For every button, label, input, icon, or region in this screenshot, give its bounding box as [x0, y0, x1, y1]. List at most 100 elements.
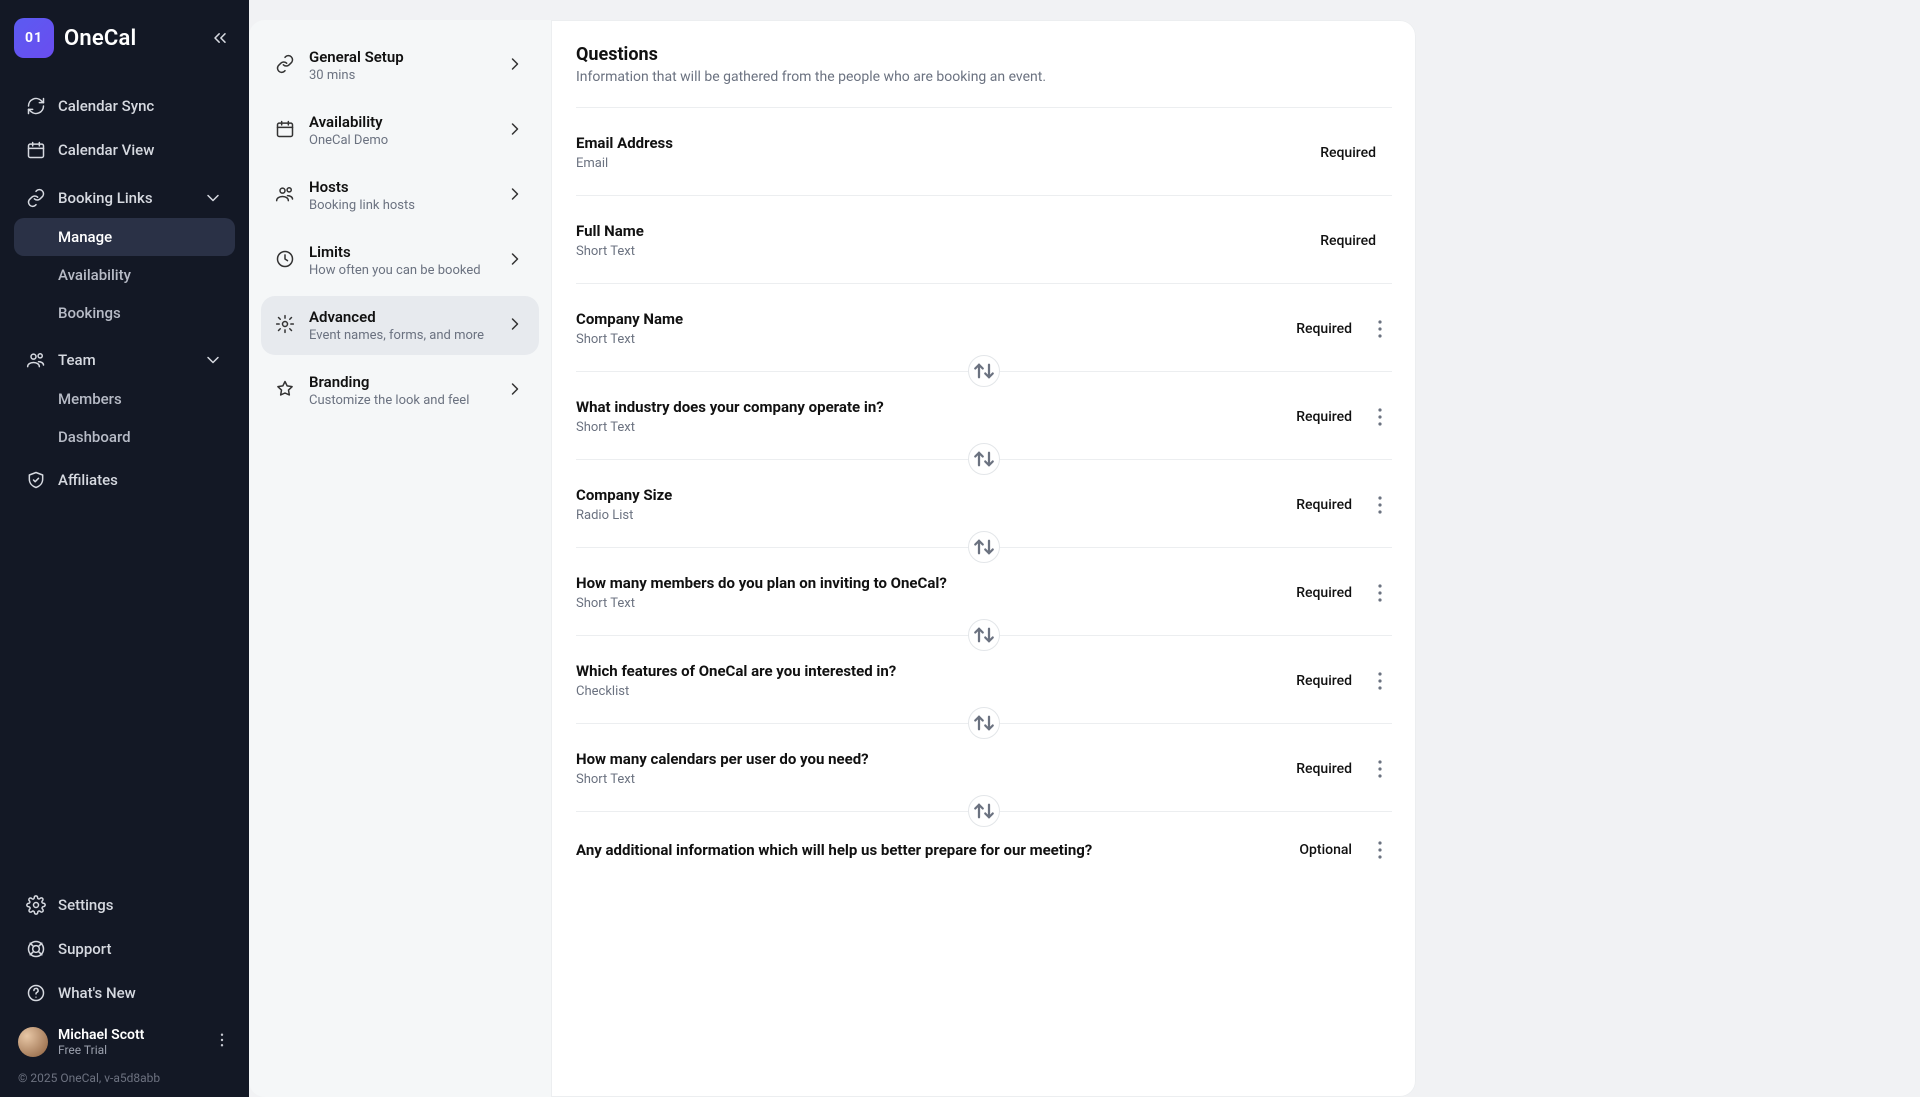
sidebar-item-manage[interactable]: Manage: [14, 218, 235, 256]
sidebar-item-label: Booking Links: [58, 189, 153, 207]
sidebar-item-label: Settings: [58, 896, 114, 914]
link-icon: [26, 188, 46, 208]
sidebar-item-booking-links[interactable]: Booking Links: [14, 178, 235, 218]
page-title: Questions: [576, 44, 1392, 65]
calendar-icon: [275, 119, 295, 143]
reorder-button[interactable]: [968, 355, 1000, 387]
sidebar-item-label: Calendar Sync: [58, 97, 154, 115]
user-name: Michael Scott: [58, 1027, 144, 1043]
help-circle-icon: [26, 983, 46, 1003]
question-title: Which features of OneCal are you interes…: [576, 662, 896, 680]
sidebar-group-booking-links: Booking Links Manage Availability Bookin…: [14, 178, 235, 332]
sidebar-item-calendar-view[interactable]: Calendar View: [14, 130, 235, 170]
chevron-right-icon: [505, 184, 525, 208]
star-icon: [275, 379, 295, 403]
collapse-sidebar-button[interactable]: [205, 23, 235, 53]
sidebar-item-label: Support: [58, 940, 111, 958]
lifebuoy-icon: [26, 939, 46, 959]
sub-sidebar-item-advanced[interactable]: Advanced Event names, forms, and more: [261, 296, 539, 355]
question-menu-button[interactable]: [1368, 317, 1392, 341]
question-status: Required: [1296, 321, 1352, 337]
page-description: Information that will be gathered from t…: [576, 69, 1392, 85]
question-status: Required: [1296, 497, 1352, 513]
shield-check-icon: [26, 470, 46, 490]
question-menu-button[interactable]: [1368, 493, 1392, 517]
reorder-button[interactable]: [968, 531, 1000, 563]
question-title: Company Size: [576, 486, 672, 504]
sidebar-item-team[interactable]: Team: [14, 340, 235, 380]
sub-item-title: Limits: [309, 243, 481, 261]
question-type: Short Text: [576, 772, 869, 787]
sub-item-title: General Setup: [309, 48, 404, 66]
sub-item-subtitle: Booking link hosts: [309, 198, 415, 213]
question-menu-button[interactable]: [1368, 669, 1392, 693]
right-gutter: [1416, 20, 1896, 1097]
sub-sidebar-item-branding[interactable]: Branding Customize the look and feel: [261, 361, 539, 420]
sidebar-nav: Calendar Sync Calendar View Booking Link…: [14, 86, 235, 500]
question-status: Required: [1320, 145, 1376, 161]
sidebar-item-label: Members: [58, 390, 122, 408]
content-box: General Setup 30 mins Availability OneCa…: [249, 20, 1416, 1097]
question-type: Checklist: [576, 684, 896, 699]
logo-row: 01 OneCal: [14, 18, 235, 58]
sidebar-item-whatsnew[interactable]: What's New: [14, 973, 235, 1013]
sidebar-item-label: Dashboard: [58, 428, 131, 446]
sub-item-title: Advanced: [309, 308, 484, 326]
sub-sidebar-item-limits[interactable]: Limits How often you can be booked: [261, 231, 539, 290]
chevron-right-icon: [505, 249, 525, 273]
sidebar-item-label: Manage: [58, 228, 112, 246]
user-row[interactable]: Michael Scott Free Trial: [14, 1017, 235, 1063]
chevron-right-icon: [505, 314, 525, 338]
question-type: Short Text: [576, 420, 884, 435]
question-status: Required: [1296, 409, 1352, 425]
sidebar-item-bookings[interactable]: Bookings: [14, 294, 235, 332]
sub-item-subtitle: Customize the look and feel: [309, 393, 469, 408]
chevron-double-left-icon: [210, 28, 230, 48]
question-title: What industry does your company operate …: [576, 398, 884, 416]
sub-item-title: Branding: [309, 373, 469, 391]
sidebar-item-affiliates[interactable]: Affiliates: [14, 460, 235, 500]
users-icon: [275, 184, 295, 208]
copyright: © 2025 OneCal, v-a5d8abb: [14, 1067, 235, 1085]
question-menu-button[interactable]: [1368, 405, 1392, 429]
question-menu-button[interactable]: [1368, 838, 1392, 862]
sidebar-item-label: Calendar View: [58, 141, 154, 159]
sidebar-item-calendar-sync[interactable]: Calendar Sync: [14, 86, 235, 126]
question-list: Email Address Email Required Full Name S…: [576, 99, 1392, 886]
sidebar-item-settings[interactable]: Settings: [14, 885, 235, 925]
question-title: How many members do you plan on inviting…: [576, 574, 947, 592]
question-row: Full Name Short Text Required: [576, 195, 1392, 283]
question-menu-button[interactable]: [1368, 581, 1392, 605]
question-status: Required: [1296, 761, 1352, 777]
chevron-right-icon: [505, 119, 525, 143]
sidebar-item-dashboard[interactable]: Dashboard: [14, 418, 235, 456]
question-menu-button[interactable]: [1368, 757, 1392, 781]
question-status: Required: [1296, 585, 1352, 601]
brand-name: OneCal: [64, 26, 136, 51]
user-menu-button[interactable]: [213, 1031, 231, 1053]
reorder-button[interactable]: [968, 619, 1000, 651]
question-status: Optional: [1299, 842, 1352, 858]
sidebar-item-label: Affiliates: [58, 471, 118, 489]
reorder-button[interactable]: [968, 795, 1000, 827]
stage: General Setup 30 mins Availability OneCa…: [249, 0, 1920, 1097]
reorder-button[interactable]: [968, 443, 1000, 475]
sub-item-title: Hosts: [309, 178, 415, 196]
sidebar-item-support[interactable]: Support: [14, 929, 235, 969]
primary-sidebar: 01 OneCal Calendar Sync Calendar View Bo…: [0, 0, 249, 1097]
sub-sidebar-item-hosts[interactable]: Hosts Booking link hosts: [261, 166, 539, 225]
sub-sidebar-item-general-setup[interactable]: General Setup 30 mins: [261, 36, 539, 95]
question-row: Company Name Short Text Required: [576, 283, 1392, 371]
chevron-down-icon: [203, 188, 223, 208]
question-title: Full Name: [576, 222, 644, 240]
sub-item-subtitle: Event names, forms, and more: [309, 328, 484, 343]
sidebar-item-availability[interactable]: Availability: [14, 256, 235, 294]
sub-sidebar-item-availability[interactable]: Availability OneCal Demo: [261, 101, 539, 160]
question-status: Required: [1296, 673, 1352, 689]
sidebar-item-members[interactable]: Members: [14, 380, 235, 418]
reorder-button[interactable]: [968, 707, 1000, 739]
sidebar-item-label: Bookings: [58, 304, 121, 322]
link-icon: [275, 54, 295, 78]
secondary-sidebar: General Setup 30 mins Availability OneCa…: [249, 20, 552, 1097]
logo-icon: 01: [14, 18, 54, 58]
